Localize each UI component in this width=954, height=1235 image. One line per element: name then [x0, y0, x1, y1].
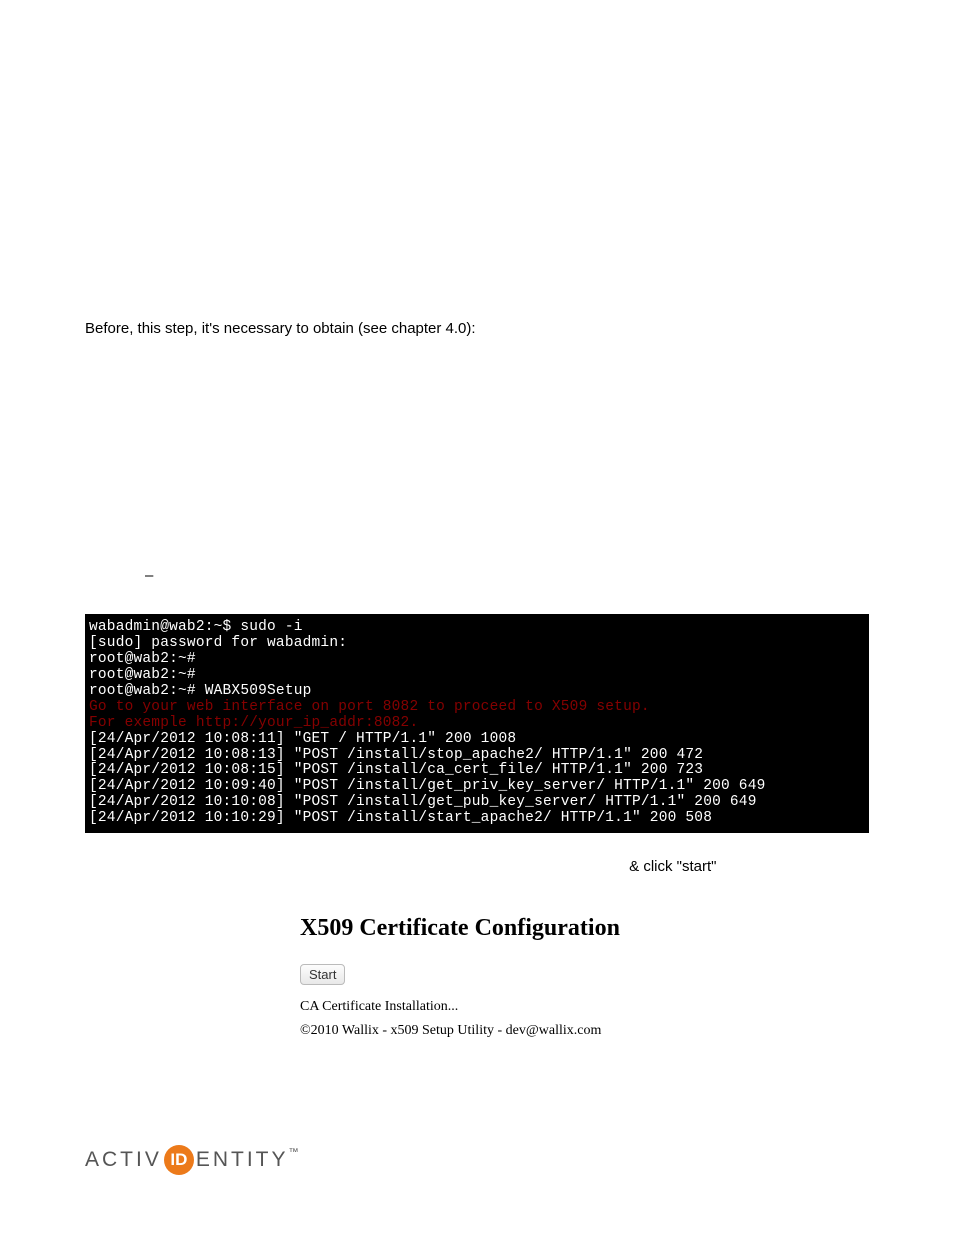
logo-id-circle-icon: ID [164, 1145, 194, 1175]
config-status-line: CA Certificate Installation... [300, 999, 869, 1015]
start-button[interactable]: Start [300, 964, 345, 985]
url-instruction: & click "start" [445, 858, 869, 875]
config-copyright: ©2010 Wallix - x509 Setup Utility - dev@… [300, 1023, 869, 1039]
logo-right: ENTITY [196, 1148, 289, 1172]
logo-trademark: ™ [289, 1147, 299, 1158]
click-start-text: & click "start" [625, 858, 717, 875]
terminal-output: wabadmin@wab2:~$ sudo -i[sudo] password … [85, 614, 869, 833]
config-panel: X509 Certificate Configuration Start CA … [300, 915, 869, 1039]
actividentity-logo: ACTIV ID ENTITY ™ [85, 1145, 299, 1175]
config-title: X509 Certificate Configuration [300, 915, 869, 942]
intro-text: Before, this step, it's necessary to obt… [85, 320, 869, 337]
logo-left: ACTIV [85, 1148, 162, 1172]
dash-mark: – [145, 567, 869, 584]
